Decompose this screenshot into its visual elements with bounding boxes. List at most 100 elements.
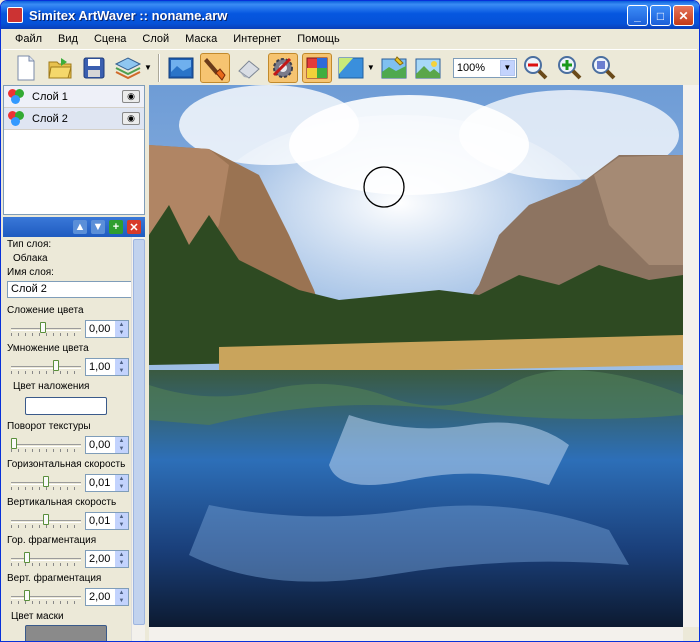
paint-picture-icon: [381, 55, 407, 78]
canvas-vertical-scrollbar[interactable]: [683, 85, 699, 627]
gradient-tool-button[interactable]: [336, 53, 366, 83]
zoom-fit-button[interactable]: [589, 53, 619, 83]
hfrag-value: 2,00: [89, 553, 111, 565]
spinner-icon[interactable]: ▲ ▼: [115, 513, 128, 529]
spinner-icon[interactable]: ▲ ▼: [115, 437, 128, 453]
open-file-button[interactable]: [45, 53, 75, 83]
layer-type-label: Тип слоя:: [7, 239, 52, 250]
slider-track: [11, 366, 81, 369]
slider-ticks: [11, 371, 81, 374]
layer-name: Слой 1: [32, 90, 68, 103]
hspeed-input[interactable]: 0,01 ▲ ▼: [85, 474, 129, 492]
hspeed-slider[interactable]: [43, 476, 49, 487]
color-add-input[interactable]: 0,00 ▲ ▼: [85, 320, 129, 338]
spinner-icon[interactable]: ▲ ▼: [115, 359, 128, 375]
spinner-icon[interactable]: ▲ ▼: [115, 321, 128, 337]
spinner-icon[interactable]: ▲ ▼: [115, 551, 128, 567]
scrollbar-thumb[interactable]: [133, 239, 145, 625]
color-palette-icon: [306, 57, 328, 78]
gradient-icon: [338, 57, 364, 78]
eye-icon[interactable]: ◉: [122, 90, 140, 103]
color-mult-input[interactable]: 1,00 ▲ ▼: [85, 358, 129, 376]
menu-help[interactable]: Помощь: [289, 33, 348, 45]
save-file-button[interactable]: [79, 53, 109, 83]
maximize-button[interactable]: □: [650, 5, 671, 26]
vspeed-input[interactable]: 0,01 ▲ ▼: [85, 512, 129, 530]
brush-tool-button[interactable]: [199, 52, 230, 83]
menu-internet[interactable]: Интернет: [225, 33, 289, 45]
new-file-button[interactable]: [11, 53, 41, 83]
color-add-row: 0,00 ▲ ▼: [7, 319, 129, 339]
image-canvas[interactable]: [149, 85, 683, 627]
layers-dropdown-arrow[interactable]: ▼: [144, 63, 152, 72]
vspeed-label: Вертикальная скорость: [7, 497, 117, 508]
texture-rot-value: 0,00: [89, 439, 111, 451]
main-toolbar: ▼ ▼ 100% ▼: [3, 49, 697, 85]
layer-name-label: Имя слоя:: [7, 267, 54, 278]
eraser-tool-button[interactable]: [234, 53, 264, 83]
paint-tool-button[interactable]: [379, 53, 409, 83]
minimize-button[interactable]: _: [627, 5, 648, 26]
move-layer-up-icon[interactable]: ▲: [73, 220, 87, 234]
vspeed-slider[interactable]: [43, 514, 49, 525]
title-bar[interactable]: Simitex ArtWaver :: noname.arw _ □ ✕: [1, 1, 699, 29]
props-scrollbar[interactable]: [131, 237, 145, 641]
zoom-out-button[interactable]: [521, 53, 551, 83]
layer-item-1[interactable]: Слой 1 ◉: [4, 86, 144, 108]
canvas-horizontal-scrollbar[interactable]: [149, 627, 683, 641]
delete-layer-icon[interactable]: ✕: [127, 220, 141, 234]
texture-rot-input[interactable]: 0,00 ▲ ▼: [85, 436, 129, 454]
layers-button[interactable]: [113, 53, 143, 83]
color-mult-label: Умножение цвета: [7, 343, 89, 354]
image-layer-button[interactable]: [166, 53, 196, 83]
vspeed-row: 0,01 ▲ ▼: [7, 511, 129, 531]
landscape-tool-button[interactable]: [413, 53, 443, 83]
layers-stack-icon: [114, 56, 142, 79]
vfrag-label: Верт. фрагментация: [7, 573, 102, 584]
zoom-select[interactable]: 100% ▼: [452, 57, 517, 78]
layer-icon: [8, 88, 26, 105]
vfrag-slider[interactable]: [23, 590, 30, 601]
color-add-slider[interactable]: [39, 322, 46, 333]
app-window: Simitex ArtWaver :: noname.arw _ □ ✕ Фай…: [0, 0, 700, 642]
move-layer-down-icon[interactable]: ▼: [91, 220, 105, 234]
toolbar-separator: [157, 53, 160, 82]
spinner-icon[interactable]: ▲ ▼: [115, 589, 128, 605]
color-mult-slider[interactable]: [52, 360, 59, 371]
mask-color-label: Цвет маски: [11, 611, 64, 622]
menu-scene[interactable]: Сцена: [86, 33, 134, 45]
overlay-color-swatch[interactable]: [25, 397, 107, 415]
layer-item-2[interactable]: Слой 2 ◉: [4, 108, 144, 130]
layer-name: Слой 2: [32, 112, 68, 125]
vfrag-input[interactable]: 2,00 ▲ ▼: [85, 588, 129, 606]
hfrag-input[interactable]: 2,00 ▲ ▼: [85, 550, 129, 568]
layer-properties: Тип слоя: Облака Имя слоя: Слой 2 Сложен…: [3, 237, 145, 641]
close-button[interactable]: ✕: [673, 5, 694, 26]
hspeed-value: 0,01: [89, 477, 111, 489]
slider-track: [11, 444, 81, 447]
color-add-value: 0,00: [89, 323, 111, 335]
hfrag-slider[interactable]: [23, 552, 30, 563]
overlay-color-label: Цвет наложения: [13, 381, 90, 392]
settings-tool-button[interactable]: [267, 52, 298, 83]
hfrag-row: 2,00 ▲ ▼: [7, 549, 129, 569]
gradient-dropdown-arrow[interactable]: ▼: [367, 63, 375, 72]
menu-mask[interactable]: Маска: [177, 33, 225, 45]
slider-track: [11, 558, 81, 561]
eye-icon[interactable]: ◉: [122, 112, 140, 125]
menu-layer[interactable]: Слой: [134, 33, 177, 45]
chevron-down-icon[interactable]: ▼: [499, 59, 515, 76]
zoom-in-button[interactable]: [555, 53, 585, 83]
color-tool-button[interactable]: [301, 52, 332, 83]
menu-file[interactable]: Файл: [7, 33, 50, 45]
layer-name-field[interactable]: Слой 2: [7, 281, 144, 298]
hfrag-label: Гор. фрагментация: [7, 535, 97, 546]
menu-bar: Файл Вид Сцена Слой Маска Интернет Помощ…: [1, 29, 699, 49]
add-layer-icon[interactable]: +: [109, 220, 123, 234]
layer-tools-bar: ▲ ▼ + ✕: [3, 217, 145, 237]
menu-view[interactable]: Вид: [50, 33, 86, 45]
mask-color-swatch[interactable]: [25, 625, 107, 641]
spinner-icon[interactable]: ▲ ▼: [115, 475, 128, 491]
texture-rot-slider[interactable]: [11, 438, 17, 449]
zoom-in-icon: [557, 55, 582, 79]
